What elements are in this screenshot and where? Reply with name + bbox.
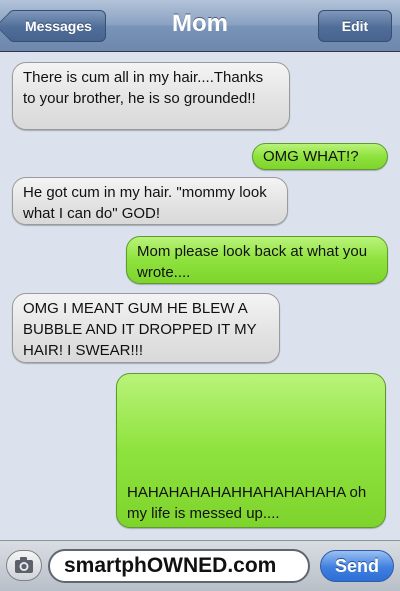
camera-button[interactable] xyxy=(6,550,42,581)
edit-button[interactable]: Edit xyxy=(318,10,392,42)
outgoing-message-bubble: OMG WHAT!? xyxy=(252,143,388,170)
message-input[interactable]: smartphOWNED.com xyxy=(48,549,310,583)
incoming-message-bubble: He got cum in my hair. "mommy look what … xyxy=(12,177,288,225)
incoming-message-bubble: There is cum all in my hair....Thanks to… xyxy=(12,62,290,130)
outgoing-message-bubble: Mom please look back at what you wrote..… xyxy=(126,236,388,284)
message-composer: smartphOWNED.com Send xyxy=(0,540,400,591)
incoming-message-bubble: OMG I MEANT GUM HE BLEW A BUBBLE AND IT … xyxy=(12,293,280,363)
message-thread[interactable]: There is cum all in my hair....Thanks to… xyxy=(0,53,400,540)
navigation-bar: Messages Mom Edit xyxy=(0,0,400,52)
camera-icon xyxy=(15,557,33,573)
send-button[interactable]: Send xyxy=(320,550,394,582)
outgoing-message-bubble: HAHAHAHAHAHHAHAHAHAHA oh my life is mess… xyxy=(116,373,386,528)
